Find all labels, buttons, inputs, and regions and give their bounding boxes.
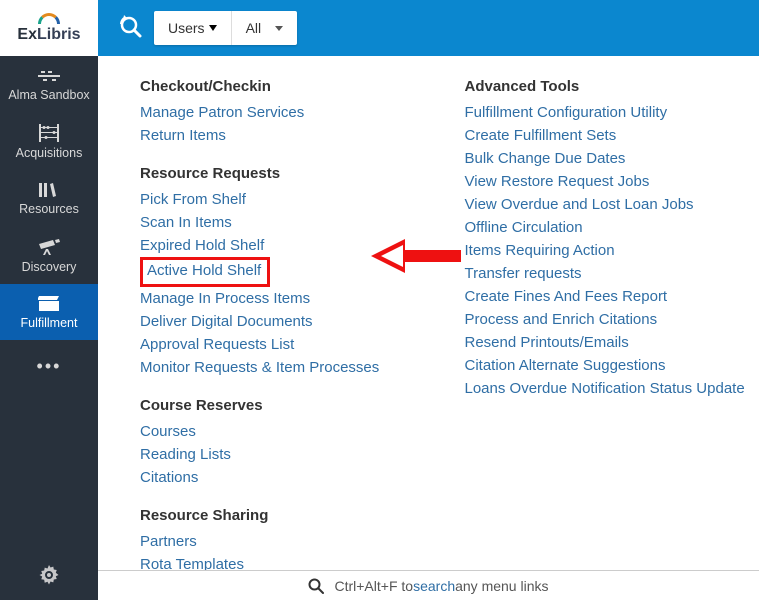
menu-link-monitor-requests-item-processes[interactable]: Monitor Requests & Item Processes: [140, 356, 425, 379]
nav-items: Alma Sandbox Acquisitions Resources Disc…: [0, 56, 98, 393]
sidebar: ExLibris Alma Sandbox Acquisitions Resou…: [0, 0, 98, 600]
menu-link-deliver-digital-documents[interactable]: Deliver Digital Documents: [140, 310, 425, 333]
sidebar-item-alma-sandbox[interactable]: Alma Sandbox: [0, 56, 98, 112]
menu-link-manage-in-process-items[interactable]: Manage In Process Items: [140, 287, 425, 310]
menu-link-manage-patron-services[interactable]: Manage Patron Services: [140, 101, 425, 124]
menu-link-create-fulfillment-sets[interactable]: Create Fulfillment Sets: [465, 124, 750, 147]
filter-dropdown[interactable]: All: [231, 11, 298, 45]
sidebar-item-label: Resources: [19, 202, 79, 216]
section-heading-resource-sharing: Resource Sharing: [140, 507, 425, 524]
sidebar-settings[interactable]: [0, 565, 98, 588]
clapper-icon: [38, 296, 60, 312]
menu-link-items-requiring-action[interactable]: Items Requiring Action: [465, 239, 750, 262]
section-heading-checkout-checkin: Checkout/Checkin: [140, 78, 425, 95]
menu-link-process-and-enrich-citations[interactable]: Process and Enrich Citations: [465, 308, 750, 331]
menu-link-expired-hold-shelf[interactable]: Expired Hold Shelf: [140, 234, 425, 257]
sandbox-icon: [38, 68, 60, 84]
topbar: Users All: [98, 0, 759, 56]
sidebar-item-label: Acquisitions: [16, 146, 83, 160]
sidebar-item-label: Fulfillment: [21, 316, 78, 330]
logo-text-part1: Ex: [17, 26, 37, 43]
scope-label: Users: [168, 20, 205, 36]
sidebar-item-discovery[interactable]: Discovery: [0, 226, 98, 284]
menu-link-return-items[interactable]: Return Items: [140, 124, 425, 147]
telescope-icon: [37, 238, 61, 256]
sidebar-item-fulfillment[interactable]: Fulfillment: [0, 284, 98, 340]
menu-column-right: Advanced Tools Fulfillment Configuration …: [465, 78, 750, 560]
hint-pre: Ctrl+Alt+F to: [334, 578, 413, 594]
hint-post: any menu links: [455, 578, 548, 594]
menu-link-partners[interactable]: Partners: [140, 530, 425, 553]
menu-panel: Checkout/CheckinManage Patron ServicesRe…: [98, 56, 759, 570]
more-icon: •••: [37, 356, 62, 376]
logo: ExLibris: [0, 0, 98, 56]
menu-link-pick-from-shelf[interactable]: Pick From Shelf: [140, 188, 425, 211]
search-icon: [308, 578, 324, 594]
annotation-highlight-box: Active Hold Shelf: [140, 257, 270, 287]
caret-down-icon: [275, 26, 283, 31]
menu-link-fulfillment-configuration-utility[interactable]: Fulfillment Configuration Utility: [465, 101, 750, 124]
sidebar-item-resources[interactable]: Resources: [0, 170, 98, 226]
menu-link-view-restore-request-jobs[interactable]: View Restore Request Jobs: [465, 170, 750, 193]
logo-text-part2: Libris: [37, 26, 81, 43]
menu-link-view-overdue-and-lost-loan-jobs[interactable]: View Overdue and Lost Loan Jobs: [465, 193, 750, 216]
menu-link-reading-lists[interactable]: Reading Lists: [140, 443, 425, 466]
scope-dropdown[interactable]: Users: [154, 11, 231, 45]
menu-link-loans-overdue-notification-status-update[interactable]: Loans Overdue Notification Status Update: [465, 377, 750, 400]
sidebar-item-more[interactable]: •••: [0, 340, 98, 393]
section-heading-resource-requests: Resource Requests: [140, 165, 425, 182]
section-heading-course-reserves: Course Reserves: [140, 397, 425, 414]
hint-keyword: search: [413, 578, 455, 594]
abacus-icon: [38, 124, 60, 142]
menu-link-bulk-change-due-dates[interactable]: Bulk Change Due Dates: [465, 147, 750, 170]
menu-link-resend-printouts-emails[interactable]: Resend Printouts/Emails: [465, 331, 750, 354]
menu-link-create-fines-and-fees-report[interactable]: Create Fines And Fees Report: [465, 285, 750, 308]
search-scope-group: Users All: [154, 11, 297, 45]
gear-icon: [39, 565, 59, 585]
sidebar-item-label: Discovery: [22, 260, 77, 274]
bottom-search-hint[interactable]: Ctrl+Alt+F to search any menu links: [98, 570, 759, 600]
menu-column-left: Checkout/CheckinManage Patron ServicesRe…: [140, 78, 425, 560]
filter-label: All: [246, 20, 262, 36]
menu-link-transfer-requests[interactable]: Transfer requests: [465, 262, 750, 285]
topbar-search-button[interactable]: [108, 14, 154, 43]
menu-link-approval-requests-list[interactable]: Approval Requests List: [140, 333, 425, 356]
menu-link-active-hold-shelf[interactable]: Active Hold Shelf: [140, 257, 425, 287]
sidebar-item-label: Alma Sandbox: [8, 88, 89, 102]
menu-link-citation-alternate-suggestions[interactable]: Citation Alternate Suggestions: [465, 354, 750, 377]
caret-down-icon: [209, 25, 217, 31]
menu-link-offline-circulation[interactable]: Offline Circulation: [465, 216, 750, 239]
books-icon: [37, 182, 61, 198]
menu-link-scan-in-items[interactable]: Scan In Items: [140, 211, 425, 234]
sidebar-item-acquisitions[interactable]: Acquisitions: [0, 112, 98, 170]
menu-link-courses[interactable]: Courses: [140, 420, 425, 443]
section-heading-advanced-tools: Advanced Tools: [465, 78, 750, 95]
menu-link-citations[interactable]: Citations: [140, 466, 425, 489]
search-refresh-icon: [118, 14, 144, 40]
logo-arc-icon: [38, 13, 60, 24]
